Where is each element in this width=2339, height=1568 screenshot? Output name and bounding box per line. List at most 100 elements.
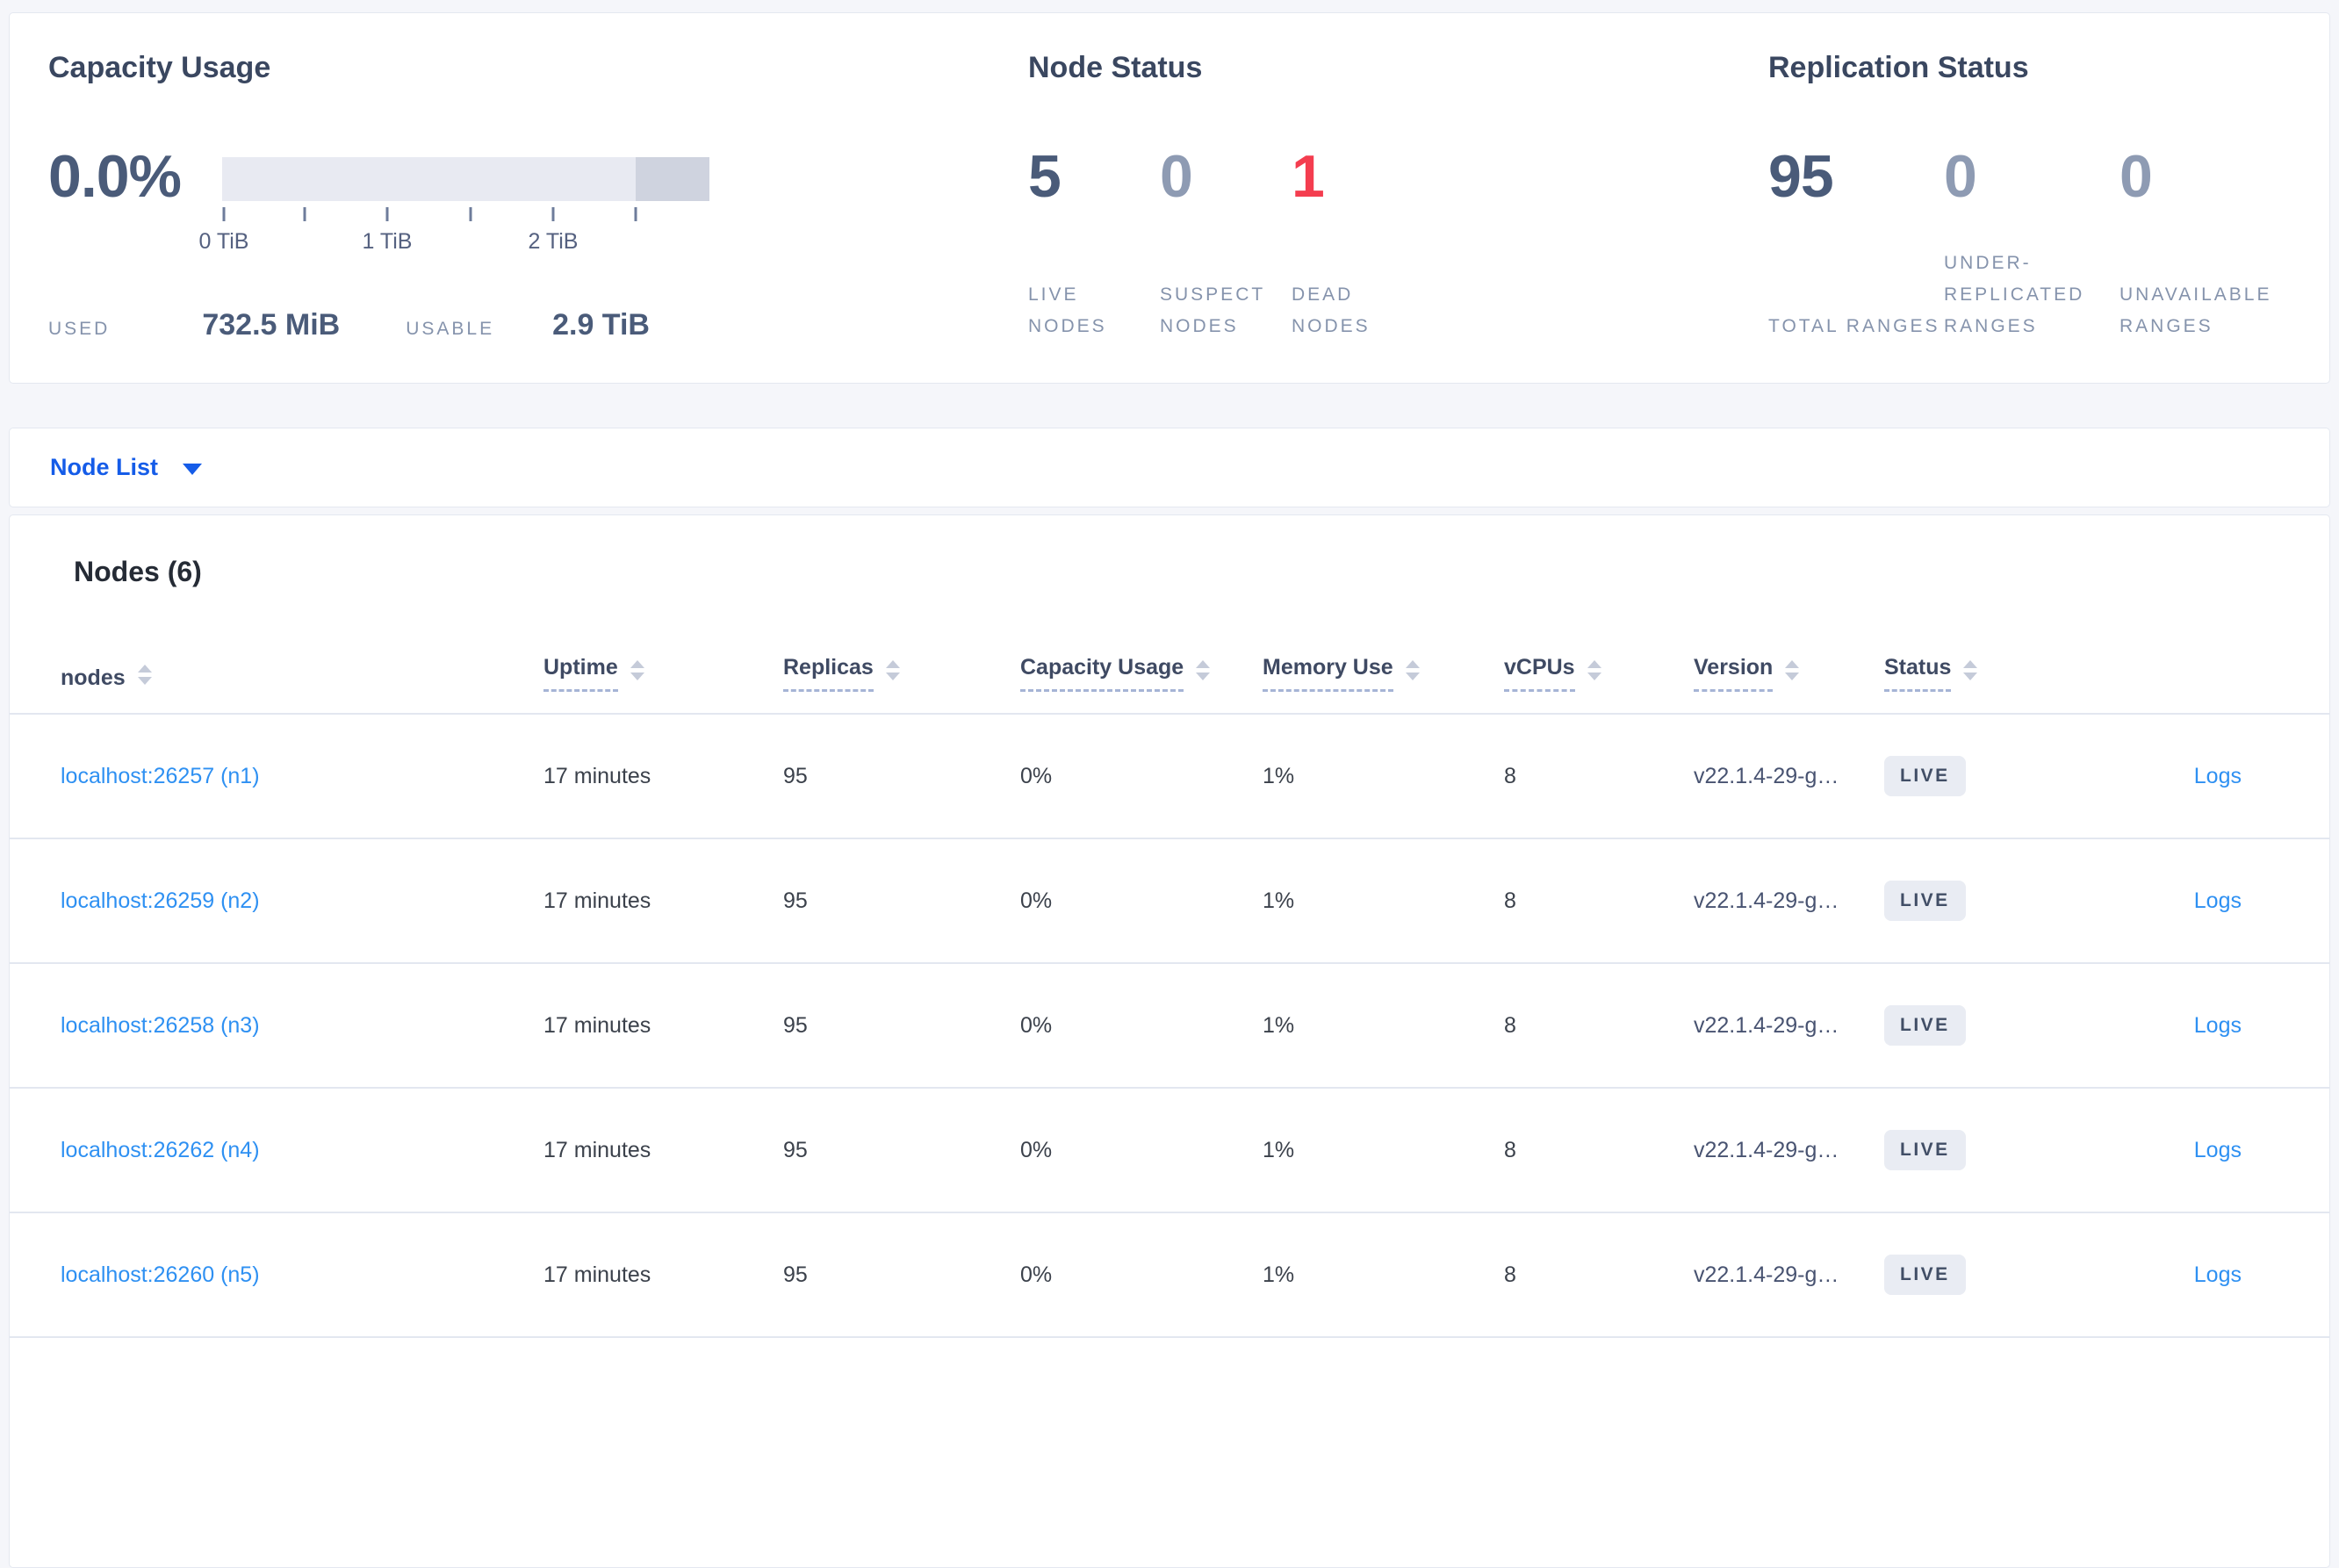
- status-badge: LIVE: [1884, 1005, 1966, 1046]
- nodes-table-title: Nodes (6): [74, 556, 202, 587]
- logs-link[interactable]: Logs: [2194, 1262, 2242, 1287]
- sort-up-arrow-icon: [137, 665, 152, 673]
- column-header-memory-use[interactable]: Memory Use: [1263, 655, 1504, 692]
- logs-link[interactable]: Logs: [2194, 1138, 2242, 1162]
- node-status-panel: Node Status 5 0 1 LIVE NODES SUSPECT NODES D…: [1028, 13, 1748, 383]
- stat-value: 0: [2119, 143, 2153, 210]
- capacity-usage-panel: Capacity Usage 0.0% 0 TiB 1 TiB 2 TiB US…: [48, 13, 997, 383]
- cell-replicas: 95: [783, 888, 808, 913]
- column-header-uptime[interactable]: Uptime: [543, 655, 783, 692]
- tick-mark: [222, 207, 226, 221]
- column-header-label: vCPUs: [1504, 655, 1575, 692]
- cell-logs: Logs: [2112, 764, 2329, 789]
- sort-down-arrow-icon: [1785, 672, 1800, 680]
- capacity-percent-value: 0.0%: [48, 143, 182, 210]
- cell-node: localhost:26260 (n5): [61, 1262, 543, 1288]
- status-badge: LIVE: [1884, 1255, 1966, 1295]
- cell-node: localhost:26259 (n2): [61, 888, 543, 914]
- cell-uptime: 17 minutes: [543, 888, 651, 913]
- column-header-version[interactable]: Version: [1694, 655, 1884, 692]
- cell-capacity-usage: 0%: [1020, 763, 1053, 788]
- cell-replicas: 95: [783, 1262, 808, 1287]
- cluster-overview-page: { "colors": { "accent_blue": "#155ce8", …: [0, 0, 2339, 1568]
- column-header-vcpus[interactable]: vCPUs: [1504, 655, 1694, 692]
- cell-version: v22.1.4-29-g…: [1694, 888, 1839, 913]
- nodes-table-header-row: nodes Uptime Replicas Capacity Usage Memory …: [10, 589, 2329, 715]
- cell-logs: Logs: [2112, 1138, 2329, 1163]
- table-row: localhost:26262 (n4) 17 minutes 95 0% 1% 8 v22…: [10, 1089, 2329, 1213]
- node-status-labels: LIVE NODES SUSPECT NODES DEAD NODES: [1028, 279, 1748, 342]
- sort-up-arrow-icon: [1587, 659, 1601, 668]
- column-header-nodes[interactable]: nodes: [61, 665, 543, 692]
- cell-version: v22.1.4-29-g…: [1694, 1262, 1839, 1287]
- sort-icon: [1785, 659, 1800, 680]
- cell-memory-use: 1%: [1263, 763, 1295, 788]
- cell-memory-use: 1%: [1263, 1137, 1295, 1162]
- cell-memory-use: 1%: [1263, 888, 1295, 913]
- capacity-bar-chart: 0 TiB 1 TiB 2 TiB: [199, 157, 709, 254]
- cell-logs: Logs: [2112, 1262, 2329, 1288]
- tick-mark: [551, 207, 555, 221]
- column-header-status[interactable]: Status: [1884, 655, 2112, 692]
- stat-label: UNDER-REPLICATED RANGES: [1944, 253, 2085, 336]
- cell-capacity-usage: 0%: [1020, 1012, 1053, 1038]
- node-status-values: 5 0 1: [1028, 146, 1748, 207]
- cell-vcpus: 8: [1504, 1012, 1516, 1038]
- cell-uptime: 17 minutes: [543, 763, 651, 788]
- logs-link[interactable]: Logs: [2194, 764, 2242, 788]
- cell-status: LIVE: [1884, 1130, 2112, 1170]
- cell-version: v22.1.4-29-g…: [1694, 1137, 1839, 1162]
- cell-memory-use: 1%: [1263, 1262, 1295, 1287]
- capacity-usage-title: Capacity Usage: [48, 51, 271, 84]
- node-link[interactable]: localhost:26258 (n3): [61, 1013, 260, 1038]
- node-list-dropdown[interactable]: Node List: [50, 454, 203, 481]
- logs-link[interactable]: Logs: [2194, 888, 2242, 913]
- stat-label: LIVE NODES: [1028, 284, 1107, 336]
- column-header-label: nodes: [61, 665, 126, 690]
- usable-label: USABLE: [406, 319, 495, 339]
- sort-up-arrow-icon: [1405, 659, 1420, 668]
- status-badge: LIVE: [1884, 881, 1966, 921]
- logs-link[interactable]: Logs: [2194, 1013, 2242, 1038]
- cell-logs: Logs: [2112, 888, 2329, 914]
- tick-mark: [469, 207, 472, 221]
- capacity-axis-labels: 0 TiB 1 TiB 2 TiB: [199, 227, 709, 254]
- capacity-bar-track: [222, 157, 709, 201]
- sort-icon: [630, 659, 644, 680]
- column-header-replicas[interactable]: Replicas: [783, 655, 1020, 692]
- table-row: localhost:26257 (n1) 17 minutes 95 0% 1% 8 v22…: [10, 715, 2329, 839]
- usable-value: 2.9 TiB: [552, 308, 650, 342]
- cell-status: LIVE: [1884, 756, 2112, 796]
- node-list-dropdown-label: Node List: [50, 454, 159, 480]
- cell-capacity-usage: 0%: [1020, 888, 1053, 913]
- cell-node: localhost:26258 (n3): [61, 1013, 543, 1039]
- used-value: 732.5 MiB: [202, 308, 341, 342]
- sort-icon: [1196, 659, 1211, 680]
- capacity-axis-ticks: [222, 201, 709, 227]
- replication-status-panel: Replication Status 95 0 0 TOTAL RANGES UNDE…: [1768, 13, 2321, 383]
- sort-down-arrow-icon: [1587, 672, 1601, 680]
- stat-value: 0: [1944, 143, 1977, 210]
- column-header-label: Memory Use: [1263, 655, 1393, 692]
- cell-version: v22.1.4-29-g…: [1694, 763, 1839, 788]
- cell-status: LIVE: [1884, 881, 2112, 921]
- cell-replicas: 95: [783, 1012, 808, 1038]
- stat-label: TOTAL RANGES: [1768, 316, 1940, 336]
- sort-up-arrow-icon: [1196, 659, 1211, 668]
- chevron-down-icon: [183, 464, 203, 475]
- tick-mark: [634, 207, 637, 221]
- axis-label: 2 TiB: [528, 229, 579, 254]
- sort-icon: [1405, 659, 1420, 680]
- sort-down-arrow-icon: [1196, 672, 1211, 680]
- node-link[interactable]: localhost:26257 (n1): [61, 764, 260, 788]
- column-header-capacity-usage[interactable]: Capacity Usage: [1020, 655, 1263, 692]
- node-link[interactable]: localhost:26259 (n2): [61, 888, 260, 913]
- sort-icon: [1587, 659, 1601, 680]
- status-badge: LIVE: [1884, 1130, 1966, 1170]
- stat-value: 1: [1292, 143, 1325, 210]
- column-header-label: Replicas: [783, 655, 874, 692]
- node-link[interactable]: localhost:26260 (n5): [61, 1262, 260, 1287]
- node-link[interactable]: localhost:26262 (n4): [61, 1138, 260, 1162]
- cell-vcpus: 8: [1504, 888, 1516, 913]
- table-row: localhost:26260 (n5) 17 minutes 95 0% 1% 8 v22…: [10, 1213, 2329, 1338]
